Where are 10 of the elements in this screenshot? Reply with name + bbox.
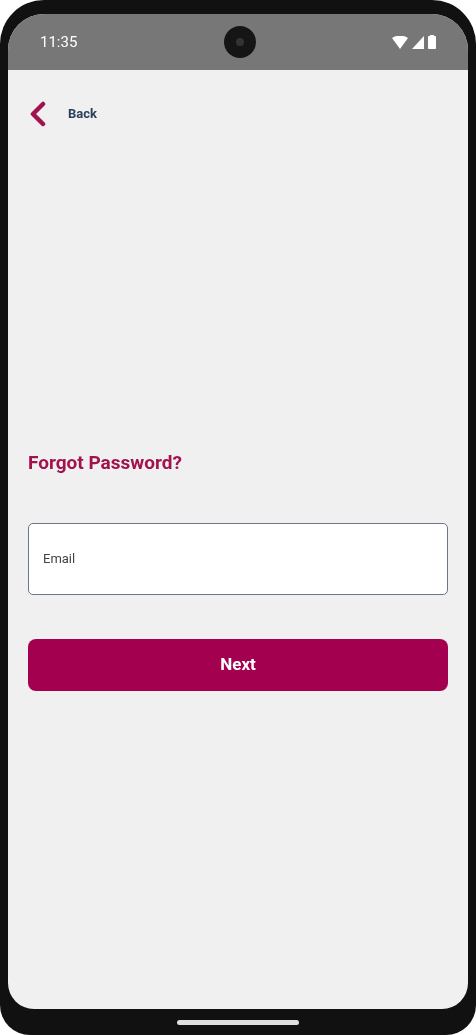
- status-time: 11:35: [40, 31, 78, 53]
- signal-icon: [412, 35, 424, 49]
- back-button[interactable]: Back: [28, 101, 97, 127]
- page-title: Forgot Password?: [28, 450, 183, 476]
- next-button[interactable]: Next: [28, 638, 448, 691]
- chevron-left-icon: [28, 101, 46, 127]
- battery-icon: [428, 35, 436, 49]
- email-field[interactable]: Email: [28, 522, 448, 595]
- wifi-icon: [392, 35, 408, 49]
- camera-icon: [224, 26, 256, 58]
